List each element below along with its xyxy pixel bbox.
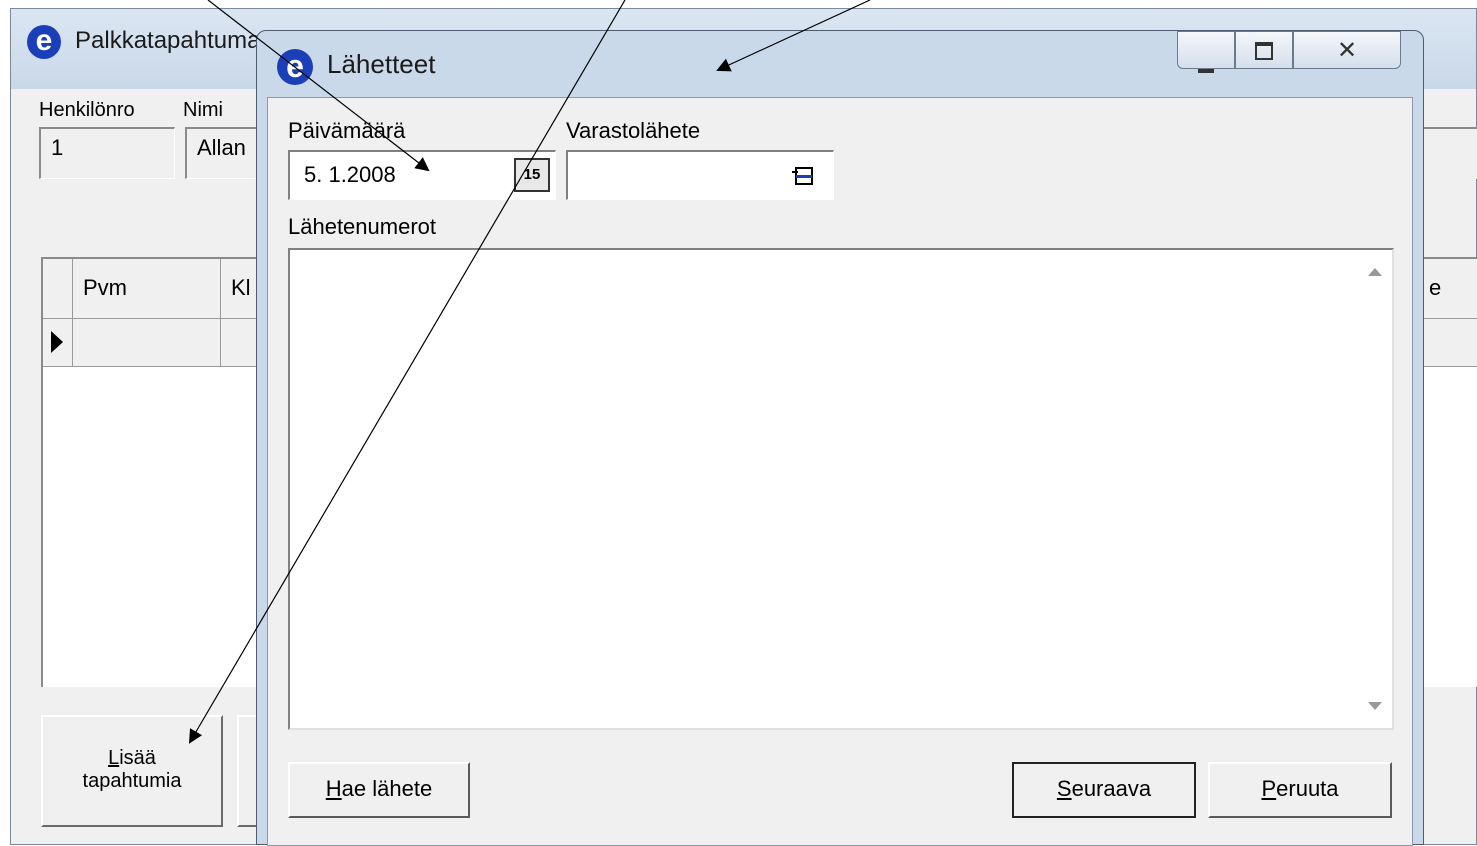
shipment-numbers-textarea[interactable] bbox=[288, 248, 1394, 730]
fetch-mnemonic: H bbox=[325, 776, 342, 801]
date-label: Päivämäärä bbox=[288, 118, 406, 143]
add-button-mnemonic: L bbox=[108, 747, 120, 769]
grid-corner bbox=[43, 259, 73, 319]
close-button[interactable]: ✕ bbox=[1293, 31, 1401, 69]
maximize-button[interactable] bbox=[1235, 31, 1293, 69]
next-mnemonic: S bbox=[1056, 776, 1072, 801]
maximize-icon bbox=[1236, 41, 1292, 66]
minimize-icon bbox=[1178, 54, 1234, 79]
henkilonro-label: Henkilönro bbox=[39, 99, 135, 121]
grid-header-e[interactable]: e bbox=[1419, 259, 1477, 319]
add-button-line1-rest: isää bbox=[119, 747, 156, 769]
cancel-button[interactable]: Peruuta bbox=[1208, 762, 1392, 818]
lookup-icon[interactable] bbox=[790, 162, 816, 188]
lahetteet-dialog: e Lähetteet ✕ Päivämäärä Varastolähete 5… bbox=[256, 30, 1424, 846]
e-logo-icon: e bbox=[277, 49, 313, 85]
row-pointer-cell bbox=[43, 319, 73, 367]
grid-header-pvm[interactable]: Pvm bbox=[73, 259, 221, 319]
grid-cell-e[interactable] bbox=[1419, 319, 1477, 367]
date-input[interactable]: 5. 1.2008 15 bbox=[288, 150, 556, 200]
close-icon: ✕ bbox=[1336, 36, 1358, 64]
nimi-label: Nimi bbox=[183, 99, 223, 121]
henkilonro-field[interactable]: 1 bbox=[39, 127, 175, 179]
fetch-shipment-button[interactable]: Hae lähete bbox=[288, 762, 470, 818]
next-button[interactable]: Seuraava bbox=[1012, 762, 1196, 818]
cancel-mnemonic: P bbox=[1261, 776, 1277, 801]
add-events-button[interactable]: Lisää tapahtumia bbox=[41, 715, 223, 827]
calendar-icon[interactable]: 15 bbox=[514, 158, 550, 192]
scroll-down-icon[interactable] bbox=[1368, 702, 1382, 710]
grid-cell-pvm[interactable] bbox=[73, 319, 221, 367]
minimize-button[interactable] bbox=[1177, 31, 1235, 73]
warehouse-input[interactable] bbox=[566, 150, 834, 200]
dialog-title: Lähetteet bbox=[327, 49, 436, 79]
next-label-rest: euraava bbox=[1071, 776, 1152, 801]
warehouse-label: Varastolähete bbox=[566, 118, 701, 143]
e-logo-icon: e bbox=[27, 25, 61, 59]
dialog-client-area: Päivämäärä Varastolähete 5. 1.2008 15 Lä… bbox=[267, 97, 1413, 846]
cancel-label-rest: eruuta bbox=[1276, 776, 1339, 801]
caption-buttons: ✕ bbox=[1177, 31, 1405, 73]
row-pointer-icon bbox=[51, 331, 63, 353]
numbers-label: Lähetenumerot bbox=[288, 214, 436, 239]
background-window-title: Palkkatapahtumat bbox=[75, 27, 268, 54]
add-button-line2: tapahtumia bbox=[82, 770, 182, 792]
fetch-label-rest: ae lähete bbox=[341, 776, 433, 801]
date-value: 5. 1.2008 bbox=[304, 162, 396, 187]
scroll-up-icon[interactable] bbox=[1368, 268, 1382, 276]
background-right-field bbox=[1421, 127, 1477, 179]
